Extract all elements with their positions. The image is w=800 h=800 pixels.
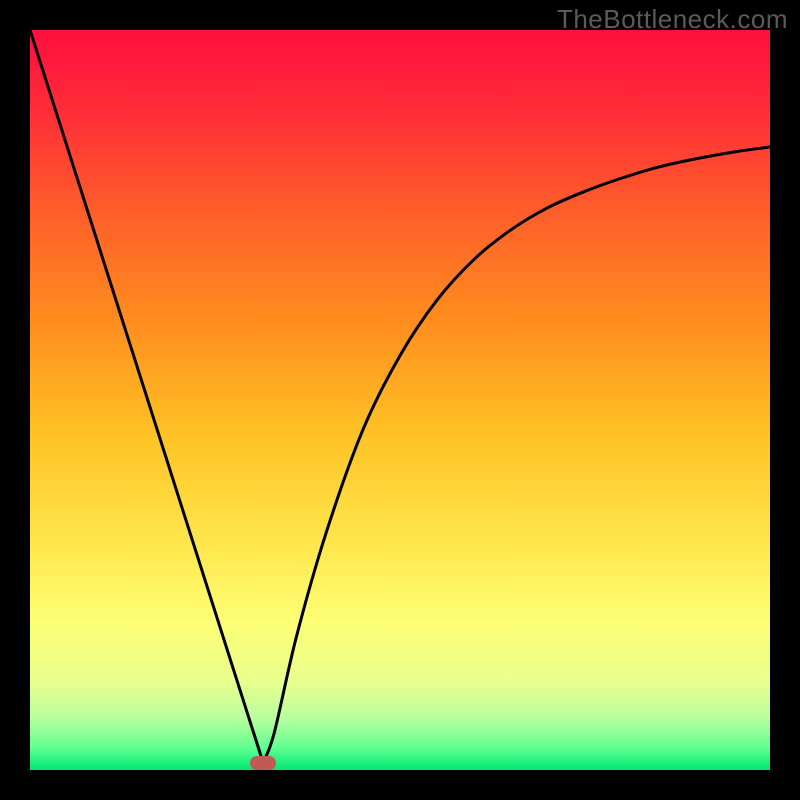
minimum-marker [250,756,276,770]
plot-area [30,30,770,770]
chart-frame: TheBottleneck.com [0,0,800,800]
watermark-text: TheBottleneck.com [557,4,788,35]
curve-layer [30,30,770,770]
bottleneck-curve [30,30,770,763]
